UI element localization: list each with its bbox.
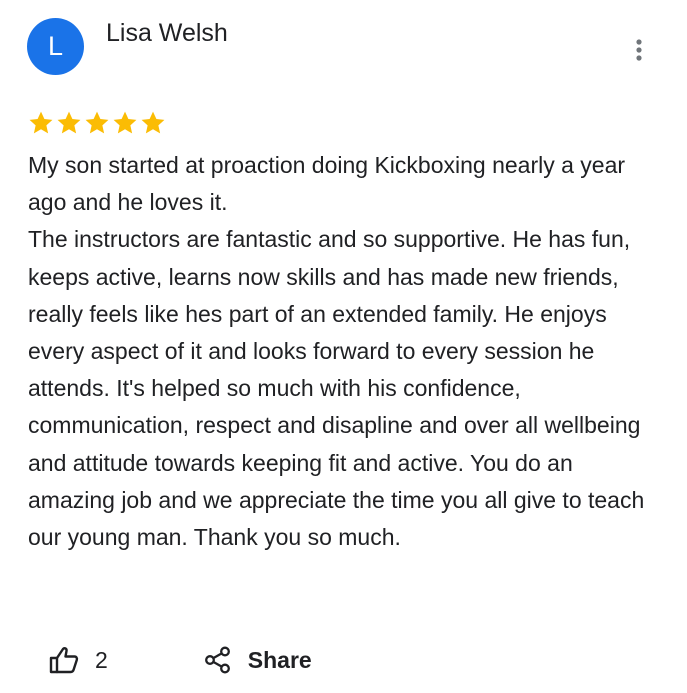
avatar-initial: L [47,31,64,61]
more-vert-icon [636,39,642,61]
review-actions: 2 Share [49,640,312,680]
star-rating [27,109,167,137]
avatar[interactable]: L [27,18,84,75]
star-icon [57,111,81,134]
like-count: 2 [95,646,108,673]
thumb-up-icon [49,647,79,674]
review-text: My son started at proaction doing Kickbo… [28,152,645,551]
reviewer-name[interactable]: Lisa Welsh [106,19,228,48]
like-button[interactable]: 2 [49,646,108,674]
share-button[interactable]: Share [204,646,312,674]
share-icon [204,646,230,674]
more-options-button[interactable] [623,30,655,70]
star-icon [141,111,165,134]
share-label: Share [247,646,312,673]
star-icon [29,111,53,134]
star-icon [113,111,137,134]
star-icon [85,111,109,134]
